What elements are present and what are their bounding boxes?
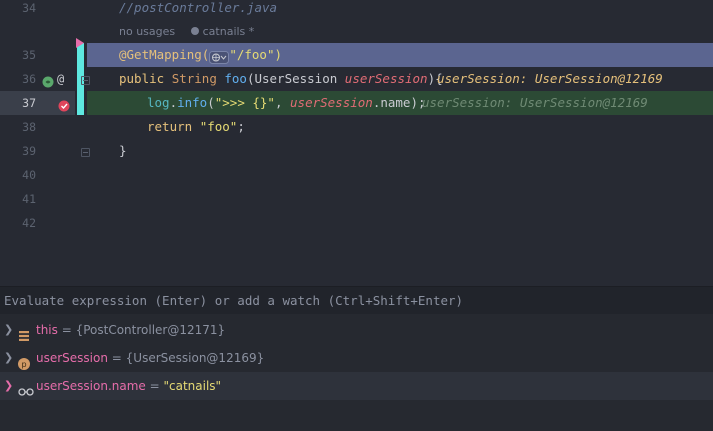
line-number[interactable]: 39 bbox=[0, 139, 36, 163]
parameter-icon: p bbox=[18, 352, 30, 370]
svg-text:p: p bbox=[21, 360, 26, 369]
code-comment: //postController.java bbox=[119, 0, 278, 15]
variable-text: this = {PostController@12171} bbox=[36, 316, 225, 344]
variable-value: {PostController@12171} bbox=[75, 323, 226, 337]
evaluate-expression-input[interactable]: Evaluate expression (Enter) or add a wat… bbox=[0, 286, 713, 314]
code-text: @GetMapping( "/foo") bbox=[119, 43, 282, 67]
fold-icon[interactable] bbox=[81, 76, 90, 85]
code-line-selected: 35 @GetMapping( "/foo") bbox=[0, 43, 713, 67]
type: String bbox=[171, 71, 225, 86]
code-vision-hints: no usages catnails * bbox=[119, 21, 266, 43]
url-globe-icon[interactable] bbox=[209, 48, 230, 64]
usages-hint[interactable]: no usages bbox=[119, 25, 175, 38]
fields-icon bbox=[18, 324, 30, 341]
code-text: log.info(">>> {}", userSession.name); bbox=[147, 91, 426, 115]
fold-end-icon[interactable] bbox=[81, 148, 90, 157]
equals: = bbox=[145, 379, 164, 393]
variable-row-watch[interactable]: ❯ userSession.name = "catnails" bbox=[0, 372, 713, 400]
param-name: userSession bbox=[344, 71, 428, 86]
variable-text: userSession.name = "catnails" bbox=[36, 372, 221, 400]
line-number[interactable]: 38 bbox=[0, 115, 36, 139]
keyword: return bbox=[147, 119, 200, 134]
user-icon bbox=[190, 27, 199, 35]
chevron-right-icon[interactable]: ❯ bbox=[4, 316, 13, 344]
code-line: 40 bbox=[0, 163, 713, 187]
variable-name: this bbox=[36, 323, 58, 337]
line-number[interactable]: 34 bbox=[0, 0, 36, 20]
variable-text: userSession = {UserSession@12169} bbox=[36, 344, 264, 372]
line-number[interactable]: 41 bbox=[0, 187, 36, 211]
code-text: } bbox=[119, 143, 127, 158]
code-line: 39 } bbox=[0, 139, 713, 163]
param-name: userSession bbox=[290, 95, 373, 110]
watch-glasses-icon bbox=[18, 380, 34, 396]
equals: = bbox=[57, 323, 76, 337]
string-literal: ">>> {}" bbox=[214, 95, 275, 110]
punct: ; bbox=[237, 119, 245, 134]
punct: ( bbox=[207, 95, 215, 110]
keyword: public bbox=[119, 71, 172, 86]
code-editor[interactable]: 34 //postController.java no usages catna… bbox=[0, 0, 713, 234]
author-hint[interactable]: catnails * bbox=[190, 25, 254, 38]
string-literal: "foo" bbox=[199, 119, 238, 134]
evaluate-placeholder: Evaluate expression (Enter) or add a wat… bbox=[4, 293, 464, 308]
chevron-right-icon[interactable]: ❯ bbox=[4, 344, 13, 372]
variables-tree[interactable]: ❯ this = {PostController@12171} ❯ p user… bbox=[0, 314, 713, 431]
variable-row[interactable]: ❯ p userSession = {UserSession@12169} bbox=[0, 344, 713, 372]
code-line: 34 //postController.java bbox=[0, 0, 713, 20]
line-number[interactable]: 35 bbox=[0, 43, 36, 67]
equals: = bbox=[107, 351, 126, 365]
panel-spacer bbox=[0, 234, 713, 286]
punct: . bbox=[169, 95, 178, 110]
code-text: public String foo(UserSession userSessio… bbox=[119, 67, 443, 91]
variable-value: {UserSession@12169} bbox=[125, 351, 265, 365]
string-literal: "/foo") bbox=[229, 47, 282, 62]
annotation-text: @GetMapping( bbox=[119, 47, 210, 62]
method-name: foo bbox=[224, 71, 247, 86]
variable-name: userSession bbox=[36, 351, 108, 365]
punct: , bbox=[274, 95, 291, 110]
code-line: 38 return "foo"; bbox=[0, 115, 713, 139]
code-line: 36 @ public String foo(UserSession userS… bbox=[0, 67, 713, 91]
chevron-right-icon[interactable]: ❯ bbox=[4, 372, 13, 400]
field-access: .name bbox=[372, 95, 411, 110]
inline-debug-value[interactable]: userSession: UserSession@12169 bbox=[437, 67, 663, 91]
variable-row[interactable]: ❯ this = {PostController@12171} bbox=[0, 316, 713, 344]
variable-value: "catnails" bbox=[163, 379, 222, 393]
variable-name: userSession.name bbox=[36, 379, 146, 393]
line-number[interactable]: 42 bbox=[0, 211, 36, 234]
method-name: info bbox=[177, 95, 208, 110]
code-line-execution: 37 log.info(">>> {}", userSession.name);… bbox=[0, 91, 713, 115]
inline-debug-value[interactable]: userSession: UserSession@12169 bbox=[422, 91, 648, 115]
line-number[interactable]: 40 bbox=[0, 163, 36, 187]
code-text: return "foo"; bbox=[147, 115, 245, 139]
annotation-at-icon[interactable]: @ bbox=[57, 67, 64, 91]
line-number[interactable]: 36 bbox=[0, 67, 36, 91]
code-line: 41 bbox=[0, 187, 713, 211]
bean-icon[interactable] bbox=[42, 73, 54, 88]
code-line: 42 bbox=[0, 211, 713, 234]
object-ref: log bbox=[147, 95, 170, 110]
param-type: (UserSession bbox=[246, 71, 345, 86]
breakpoint-icon[interactable] bbox=[58, 97, 70, 112]
line-number[interactable]: 37 bbox=[0, 91, 36, 115]
